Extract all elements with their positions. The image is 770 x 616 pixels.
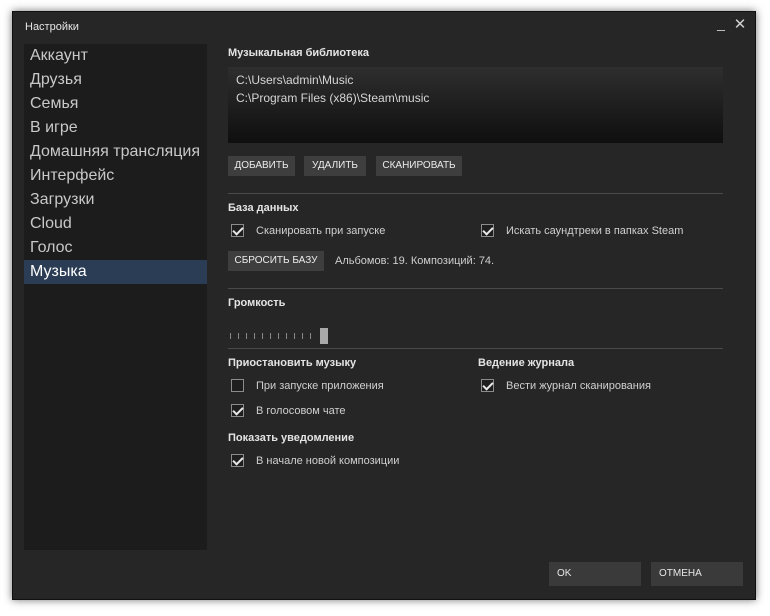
remove-folder-button[interactable]: УДАЛИТЬ <box>304 156 366 176</box>
divider <box>228 193 723 194</box>
sidebar-item-music[interactable]: Музыка <box>24 260 207 284</box>
volume-tick <box>302 333 303 339</box>
search-soundtracks-checkbox[interactable] <box>481 224 494 237</box>
notify-new-track-label: В начале новой композиции <box>256 454 400 467</box>
pause-on-app-start-option[interactable]: При запуске приложения <box>231 379 384 392</box>
music-library-title: Музыкальная библиотека <box>228 47 370 59</box>
pause-in-voice-chat-option[interactable]: В голосовом чате <box>231 404 346 417</box>
notify-new-track-option[interactable]: В начале новой композиции <box>231 454 399 467</box>
volume-slider-thumb[interactable] <box>320 328 328 344</box>
sidebar-item-voice[interactable]: Голос <box>24 236 207 260</box>
volume-tick <box>286 333 287 339</box>
volume-tick <box>238 333 239 339</box>
sidebar-item-downloads[interactable]: Загрузки <box>24 188 207 212</box>
scan-on-start-option[interactable]: Сканировать при запуске <box>231 224 385 237</box>
volume-tick <box>254 333 255 339</box>
library-path-item[interactable]: C:\Program Files (x86)\Steam\music <box>236 91 429 105</box>
sidebar-item-account[interactable]: Аккаунт <box>24 44 207 68</box>
reset-database-button[interactable]: СБРОСИТЬ БАЗУ <box>228 251 324 271</box>
divider <box>228 348 723 349</box>
volume-tick <box>310 333 311 339</box>
settings-window: Настройки _ ✕ Аккаунт Друзья Семья В игр… <box>12 11 756 600</box>
sidebar-item-interface[interactable]: Интерфейс <box>24 164 207 188</box>
scan-button[interactable]: СКАНИРОВАТЬ <box>376 156 462 176</box>
logging-title: Ведение журнала <box>478 357 575 369</box>
database-stats: Альбомов: 19. Композиций: 74. <box>335 255 495 267</box>
volume-tick <box>262 333 263 339</box>
settings-sidebar: Аккаунт Друзья Семья В игре Домашняя тра… <box>24 44 207 550</box>
sidebar-item-family[interactable]: Семья <box>24 92 207 116</box>
volume-tick <box>278 333 279 339</box>
notification-title: Показать уведомление <box>228 432 355 444</box>
sidebar-item-cloud[interactable]: Cloud <box>24 212 207 236</box>
pause-in-voice-chat-label: В голосовом чате <box>256 404 346 417</box>
scan-on-start-checkbox[interactable] <box>231 224 244 237</box>
scan-on-start-label: Сканировать при запуске <box>256 224 386 237</box>
log-scan-checkbox[interactable] <box>481 379 494 392</box>
pause-on-app-start-label: При запуске приложения <box>256 379 384 392</box>
window-title: Настройки <box>25 21 79 33</box>
music-settings-panel: Музыкальная библиотека C:\Users\admin\Mu… <box>228 44 728 550</box>
notify-new-track-checkbox[interactable] <box>231 454 244 467</box>
close-icon[interactable]: ✕ <box>732 17 748 33</box>
pause-music-title: Приостановить музыку <box>228 357 357 369</box>
log-scan-option[interactable]: Вести журнал сканирования <box>481 379 651 392</box>
search-soundtracks-option[interactable]: Искать саундтреки в папках Steam <box>481 224 683 237</box>
title-bar: Настройки _ ✕ <box>13 12 755 40</box>
minimize-icon[interactable]: _ <box>713 15 729 31</box>
sidebar-item-in-game[interactable]: В игре <box>24 116 207 140</box>
sidebar-item-friends[interactable]: Друзья <box>24 68 207 92</box>
library-path-item[interactable]: C:\Users\admin\Music <box>236 73 353 87</box>
ok-button[interactable]: OK <box>549 562 641 586</box>
add-folder-button[interactable]: ДОБАВИТЬ <box>228 156 295 176</box>
pause-on-app-start-checkbox[interactable] <box>231 379 244 392</box>
volume-tick <box>246 333 247 339</box>
log-scan-label: Вести журнал сканирования <box>506 379 651 392</box>
volume-tick <box>230 333 231 339</box>
volume-title: Громкость <box>228 297 286 309</box>
cancel-button[interactable]: ОТМЕНА <box>651 562 743 586</box>
sidebar-item-home-streaming[interactable]: Домашняя трансляция <box>24 140 207 164</box>
volume-tick <box>294 333 295 339</box>
divider <box>228 288 723 289</box>
pause-in-voice-chat-checkbox[interactable] <box>231 404 244 417</box>
volume-tick <box>270 333 271 339</box>
search-soundtracks-label: Искать саундтреки в папках Steam <box>506 224 684 237</box>
volume-slider[interactable] <box>228 328 328 344</box>
database-title: База данных <box>228 202 299 214</box>
library-path-list[interactable]: C:\Users\admin\Music C:\Program Files (x… <box>228 67 723 143</box>
